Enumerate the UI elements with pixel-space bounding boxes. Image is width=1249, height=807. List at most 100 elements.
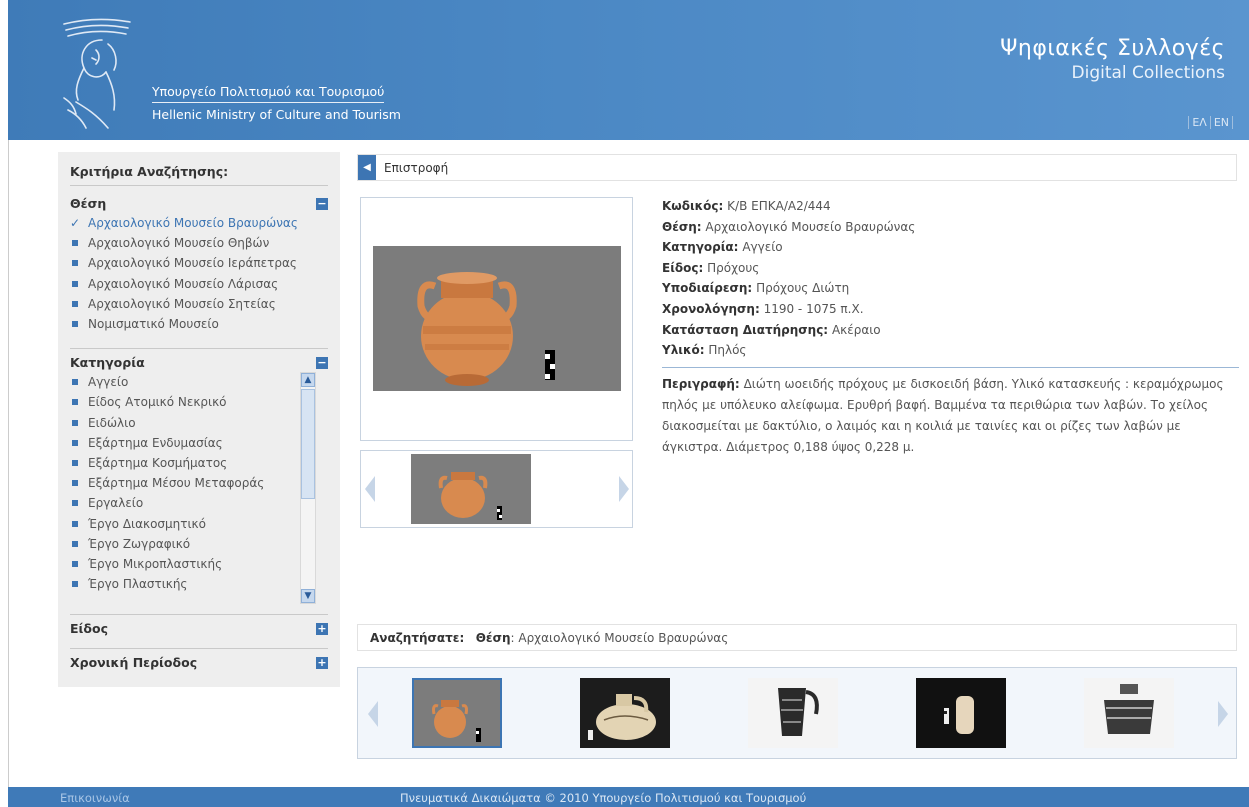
bullet-icon: [72, 419, 78, 426]
detail-material: Υλικό: Πηλός: [662, 340, 1239, 361]
detail-label: Κωδικός:: [662, 199, 724, 213]
sidebar-heading-text: Κριτήρια Αναζήτησης:: [70, 164, 229, 179]
detail-value: Αρχαιολογικό Μουσείο Βραυρώνας: [705, 219, 916, 234]
facet-location-title[interactable]: Θέση: [70, 192, 328, 213]
result-thumbnail[interactable]: [1084, 678, 1174, 748]
expand-icon[interactable]: +: [316, 623, 328, 636]
divider: [70, 348, 328, 350]
facet-category-item[interactable]: Εργαλείο: [70, 493, 328, 513]
ministry-name[interactable]: Υπουργείο Πολιτισμού και Τουρισμού Helle…: [152, 84, 401, 122]
expand-icon[interactable]: +: [316, 657, 328, 670]
facet-location-item[interactable]: Αρχαιολογικό Μουσείο Λάρισας: [70, 274, 328, 294]
facet-category-item[interactable]: Έργο Πλαστικής: [70, 574, 328, 594]
detail-label: Κατάσταση Διατήρησης:: [662, 322, 829, 337]
back-arrow-icon[interactable]: ◀: [358, 155, 376, 180]
detail-location: Θέση: Αρχαιολογικό Μουσείο Βραυρώνας: [662, 217, 1239, 238]
prev-image-icon[interactable]: [365, 476, 375, 502]
prev-results-icon[interactable]: [368, 701, 378, 727]
bullet-icon: [72, 240, 78, 247]
scroll-thumb[interactable]: [301, 389, 315, 500]
result-thumbnail[interactable]: [580, 678, 670, 748]
facet-location-item[interactable]: Αρχαιολογικό Μουσείο Ιεράπετρας: [70, 253, 328, 273]
facet-item-label: Έργο Πλαστικής: [88, 577, 188, 592]
thumbnail-image[interactable]: [411, 454, 531, 524]
detail-value: 1190 - 1075 π.Χ.: [763, 301, 864, 316]
facet-category-item[interactable]: Εξάρτημα Κοσμήματος: [70, 453, 328, 473]
bullet-icon: [72, 260, 78, 267]
category-scrollbar[interactable]: ▲ ▼: [300, 372, 316, 605]
facet-location-item[interactable]: Αρχαιολογικό Μουσείο Θηβών: [70, 233, 328, 253]
result-image: [916, 678, 1006, 748]
facet-period: Χρονική Περίοδος +: [58, 655, 340, 672]
facet-item-label: Είδος Ατομικό Νεκρικό: [88, 395, 227, 410]
bullet-icon: [72, 300, 78, 307]
detail-value: Πρόχους Διώτη: [756, 281, 850, 296]
facet-category-item[interactable]: Ειδώλιο: [70, 413, 328, 433]
detail-category: Κατηγορία: Αγγείο: [662, 237, 1239, 258]
back-link[interactable]: Επιστροφή: [384, 161, 448, 175]
bullet-icon: [72, 379, 78, 386]
bullet-icon: [72, 540, 78, 547]
detail-value: Ακέραιο: [831, 322, 881, 337]
detail-label: Χρονολόγηση:: [662, 301, 760, 316]
lang-el-link[interactable]: ΕΛ: [1188, 116, 1210, 129]
detail-label: Υποδιαίρεση:: [662, 281, 753, 296]
image-thumbnail-strip: [360, 450, 633, 528]
search-criteria-sidebar: Κριτήρια Αναζήτησης: Θέση − ✓ Αρχαιολογικ…: [58, 152, 340, 687]
facet-category-item[interactable]: Έργο Μικροπλαστικής: [70, 554, 328, 574]
facet-category-title[interactable]: Κατηγορία: [70, 355, 328, 372]
detail-value: Πρόχους: [707, 260, 760, 275]
facet-item-label: Ειδώλιο: [88, 415, 136, 430]
lang-en-link[interactable]: EN: [1209, 116, 1233, 129]
facet-item-label: Έργο Διακοσμητικό: [88, 516, 206, 531]
site-title-greek: Ψηφιακές Συλλογές: [1000, 36, 1225, 61]
facet-item-label: Έργο Ζωγραφικό: [88, 536, 191, 551]
facet-period-title[interactable]: Χρονική Περίοδος: [70, 655, 328, 672]
facet-item-label: Αγγείο: [88, 375, 129, 390]
facet-category-item[interactable]: Είδος Ατομικό Νεκρικό: [70, 392, 328, 412]
divider: [70, 614, 328, 616]
facet-type: Είδος +: [58, 621, 340, 638]
next-results-icon[interactable]: [1218, 701, 1228, 727]
checkmark-icon: ✓: [70, 216, 81, 230]
facet-location-item[interactable]: ✓ Αρχαιολογικό Μουσείο Βραυρώνας: [70, 213, 328, 233]
facet-location-item[interactable]: Αρχαιολογικό Μουσείο Σητείας: [70, 294, 328, 314]
detail-dating: Χρονολόγηση: 1190 - 1075 π.Χ.: [662, 299, 1239, 320]
scroll-down-icon[interactable]: ▼: [301, 589, 315, 604]
artifact-details: Κωδικός: Κ/Β ΕΠΚΑ/Α2/444 Θέση: Αρχαιολογ…: [662, 196, 1239, 458]
facet-item-label: Αρχαιολογικό Μουσείο Θηβών: [88, 236, 270, 251]
detail-label: Είδος:: [662, 260, 704, 275]
bullet-icon: [72, 280, 78, 287]
site-header: Υπουργείο Πολιτισμού και Τουρισμού Helle…: [8, 0, 1249, 140]
ministry-logo-icon[interactable]: [56, 10, 136, 130]
facet-category-item[interactable]: Έργο Διακοσμητικό: [70, 514, 328, 534]
detail-value: Αγγείο: [742, 240, 783, 255]
artifact-photo[interactable]: [361, 198, 634, 442]
bullet-icon: [72, 561, 78, 568]
contact-link[interactable]: Επικοινωνία: [60, 791, 130, 805]
divider: [70, 185, 328, 186]
result-thumbnail[interactable]: [748, 678, 838, 748]
facet-category-item[interactable]: Έργο Ζωγραφικό: [70, 534, 328, 554]
result-thumbnail[interactable]: [412, 678, 502, 748]
main-artifact-image-frame: [360, 197, 633, 441]
result-thumbnail[interactable]: [916, 678, 1006, 748]
category-list: Αγγείο Είδος Ατομικό Νεκρικό Ειδώλιο Εξά…: [70, 372, 328, 605]
facet-category-item[interactable]: Εξάρτημα Ενδυμασίας: [70, 433, 328, 453]
scroll-up-icon[interactable]: ▲: [301, 373, 315, 388]
facet-type-title[interactable]: Είδος: [70, 621, 328, 638]
next-image-icon[interactable]: [619, 476, 629, 502]
facet-location-item[interactable]: Νομισματικό Μουσείο: [70, 314, 328, 334]
bullet-icon: [72, 321, 78, 328]
copyright-text: Πνευματικά Δικαιώματα © 2010 Υπουργείο Π…: [400, 791, 807, 805]
detail-value: Πηλός: [708, 343, 747, 358]
result-image: [414, 680, 500, 746]
collapse-icon[interactable]: −: [316, 357, 328, 370]
collapse-icon[interactable]: −: [316, 198, 328, 210]
facet-category-item[interactable]: Αγγείο: [70, 372, 328, 392]
detail-value: Κ/Β ΕΠΚΑ/Α2/444: [727, 199, 831, 213]
ministry-name-english: Hellenic Ministry of Culture and Tourism: [152, 107, 401, 122]
facet-category-item[interactable]: Εξάρτημα Μέσου Μεταφοράς: [70, 473, 328, 493]
search-summary-label: Αναζητήσατε:: [370, 631, 465, 645]
facet-item-label: Εργαλείο: [88, 496, 144, 511]
